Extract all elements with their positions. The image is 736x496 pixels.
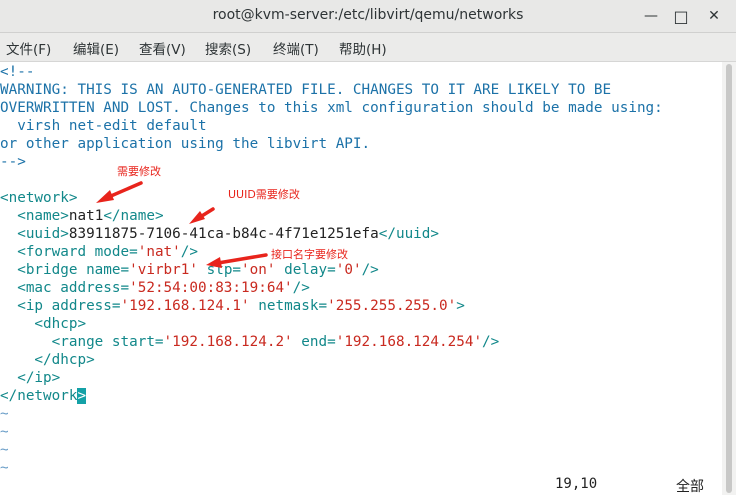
annotation-arrows [96,181,268,268]
arrow-bridge-icon [206,253,268,268]
arrow-uuid-icon [189,207,215,224]
arrow-name-icon [96,181,143,203]
